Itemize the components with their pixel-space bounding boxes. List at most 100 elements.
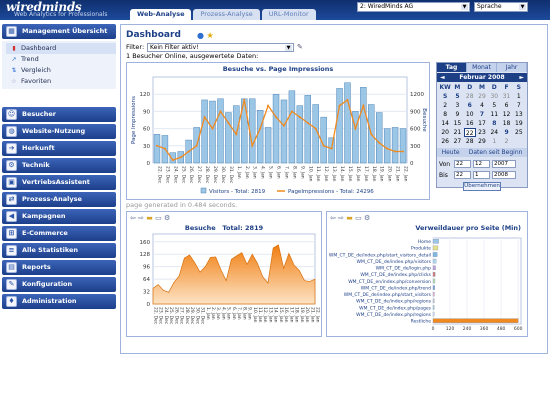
calendar-day[interactable]: 17 [476, 119, 488, 128]
tab-prozess-analyse[interactable]: Prozess-Analyse [193, 9, 260, 20]
calendar-day[interactable]: 12 [500, 110, 512, 119]
x-tick-label: 15. Jan [347, 166, 353, 182]
sidebar-item-management[interactable]: ▦ Management Übersicht [2, 24, 116, 39]
calendar-day[interactable]: 23 [476, 128, 488, 137]
tab-web-analyse[interactable]: Web-Analyse [130, 9, 192, 20]
sidebar-item-prozess-analyse[interactable]: ⇄ Prozess-Analyse [2, 192, 116, 207]
page-impressions-point [267, 104, 270, 107]
page-impressions-point [394, 150, 397, 153]
y2-tick-label: 0 [410, 161, 414, 167]
calendar-day[interactable]: 13 [513, 110, 525, 119]
sidebar-item-besucher[interactable]: ☺ Besucher [2, 107, 116, 122]
to-month-select[interactable]: 1 [473, 171, 490, 179]
forward-icon[interactable]: ⇨ [338, 214, 344, 222]
settings-icon[interactable]: ⚙ [164, 214, 170, 222]
calendar-day[interactable]: 3 [451, 101, 463, 110]
visitors-bar [391, 127, 399, 164]
apply-date-button[interactable]: Übernehmen [463, 182, 501, 191]
calendar-day[interactable]: 5 [488, 101, 500, 110]
sidebar-subitem-favoriten[interactable]: ☆ Favoriten [6, 76, 116, 87]
sidebar-item-technik[interactable]: ⚙ Technik [2, 158, 116, 173]
prev-month-icon[interactable]: ◄ [440, 73, 445, 82]
calendar-day[interactable]: 24 [488, 128, 500, 137]
sidebar-item-alle-statistiken[interactable]: ≡ Alle Statistiken [2, 243, 116, 258]
sidebar-item-kampagnen[interactable]: ◀ Kampagnen [2, 209, 116, 224]
calendar-day[interactable]: 29 [476, 92, 488, 101]
calendar-day[interactable]: 25 [513, 128, 525, 137]
to-day-select[interactable]: 22 [454, 171, 471, 179]
calendar-day[interactable]: 6 [500, 101, 512, 110]
x-tick-label: 22. Dec [153, 307, 159, 325]
since-begin-link[interactable]: Daten seit Beginn [469, 148, 523, 157]
tab-day[interactable]: Tag [437, 63, 467, 72]
calendar-day[interactable]: 27 [451, 137, 463, 146]
weekday-header: D [467, 84, 473, 91]
export-icon[interactable]: ▭ [155, 214, 162, 222]
x-tick-label: 30. Dec [220, 166, 226, 184]
x-tick-label: 23. Dec [164, 166, 170, 184]
folder-icon[interactable]: ▬ [346, 214, 353, 222]
back-icon[interactable]: ⇦ [130, 214, 136, 222]
star-icon[interactable]: ★ [207, 31, 214, 40]
calendar-day[interactable]: 9 [451, 110, 463, 119]
calendar-day[interactable]: 2 [500, 137, 512, 146]
sidebar-item-website-nutzung[interactable]: ◍ Website-Nutzung [2, 124, 116, 139]
language-select[interactable]: Sprache ▼ [474, 2, 528, 12]
calendar-day[interactable]: 15 [451, 119, 463, 128]
weekday-header: KW [439, 84, 451, 91]
help-icon[interactable]: ● [197, 31, 204, 40]
calendar-day[interactable]: 14 [439, 119, 451, 128]
to-year-select[interactable]: 2008 [492, 171, 516, 179]
visitors-bar [256, 110, 264, 164]
sidebar-subitem-dashboard[interactable]: ▮ Dashboard [6, 43, 116, 54]
export-icon[interactable]: ▭ [355, 214, 362, 222]
sidebar-item-administration[interactable]: ♦ Administration [2, 294, 116, 309]
filter-select[interactable]: Kein Filter aktiv! ▼ [147, 43, 294, 52]
sidebar-subitem-vergleich[interactable]: ⇅ Vergleich [6, 65, 116, 76]
sidebar-item-herkunft[interactable]: ➔ Herkunft [2, 141, 116, 156]
next-month-icon[interactable]: ► [519, 73, 524, 82]
tab-year[interactable]: Jahr [497, 63, 527, 72]
calendar-day[interactable]: 11 [488, 110, 500, 119]
company-select[interactable]: 2: WiredMinds AG ▼ [357, 2, 470, 12]
calendar-day[interactable]: 26 [439, 137, 451, 146]
page-impressions-point [290, 110, 293, 113]
calendar-day[interactable]: 31 [500, 92, 512, 101]
calendar-day[interactable]: 1 [488, 137, 500, 146]
panel-title: Besuche Total: 2819 [127, 224, 321, 232]
sidebar-item-konfiguration[interactable]: ✎ Konfiguration [2, 277, 116, 292]
weekday-header: D [491, 84, 497, 91]
calendar-day[interactable]: 18 [500, 119, 512, 128]
calendar-day[interactable]: 19 [513, 119, 525, 128]
calendar-day[interactable]: 28 [464, 92, 476, 101]
calendar-day[interactable]: 21 [451, 128, 463, 137]
back-icon[interactable]: ⇦ [330, 214, 336, 222]
settings-icon[interactable]: ⚙ [364, 214, 370, 222]
from-day-select[interactable]: 22 [454, 160, 471, 168]
today-link[interactable]: Heute [442, 148, 460, 157]
forward-icon[interactable]: ⇨ [138, 214, 144, 222]
calendar-day[interactable]: 30 [488, 92, 500, 101]
filter-edit-icon[interactable]: ✎ [297, 43, 303, 51]
calendar-day[interactable]: 28 [464, 137, 476, 146]
calendar-day[interactable]: 22 [463, 128, 476, 137]
from-month-select[interactable]: 12 [473, 160, 490, 168]
calendar-day[interactable]: 16 [464, 119, 476, 128]
y-tick-label: 0 [147, 302, 151, 308]
calendar-day[interactable]: 4 [476, 101, 488, 110]
tab-url-monitor[interactable]: URL-Monitor [261, 9, 316, 20]
sidebar-item-e-commerce[interactable]: ⊞ E-Commerce [2, 226, 116, 241]
folder-icon[interactable]: ▬ [146, 214, 153, 222]
calendar-day[interactable]: 2 [439, 101, 451, 110]
calendar-day[interactable]: 10 [464, 110, 476, 119]
sidebar-item-reports[interactable]: ▤ Reports [2, 260, 116, 275]
sidebar-item-vertriebsassistent[interactable]: ▣ VertriebsAssistent [2, 175, 116, 190]
sidebar-subitem-trend[interactable]: ↗ Trend [6, 54, 116, 65]
calendar-day[interactable]: 1 [513, 92, 525, 101]
calendar-day[interactable]: 29 [476, 137, 488, 146]
calendar-day[interactable]: 8 [439, 110, 451, 119]
calendar-day[interactable]: 7 [513, 101, 525, 110]
from-year-select[interactable]: 2007 [492, 160, 516, 168]
tab-month[interactable]: Monat [467, 63, 497, 72]
calendar-day[interactable]: 20 [439, 128, 451, 137]
